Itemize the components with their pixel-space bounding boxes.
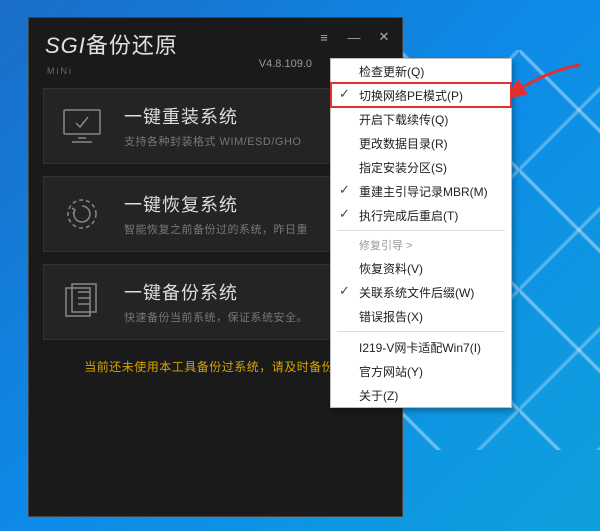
menu-item-change-dir[interactable]: 更改数据目录(R) bbox=[331, 131, 511, 155]
close-icon[interactable]: ✕ bbox=[374, 28, 394, 46]
menu-item-about[interactable]: 关于(Z) bbox=[331, 383, 511, 407]
restore-icon bbox=[56, 192, 108, 236]
menu-label: 开启下载续传(Q) bbox=[359, 111, 448, 128]
menu-item-error-report[interactable]: 错误报告(X) bbox=[331, 304, 511, 328]
menu-label: 检查更新(Q) bbox=[359, 63, 424, 80]
annotation-arrow bbox=[510, 60, 590, 110]
backup-icon bbox=[56, 280, 108, 324]
card-title: 一键重装系统 bbox=[124, 103, 301, 129]
logo-roman: SGI bbox=[45, 33, 86, 58]
version-label: V4.8.109.0 bbox=[259, 58, 312, 70]
menu-item-target-partition[interactable]: 指定安装分区(S) bbox=[331, 155, 511, 179]
card-text: 一键恢复系统 智能恢复之前备份过的系统，昨日重 bbox=[124, 191, 308, 237]
minimize-icon[interactable]: — bbox=[344, 28, 364, 46]
check-icon: ✓ bbox=[339, 283, 350, 299]
window-controls: ≡ — ✕ bbox=[314, 28, 394, 46]
menu-separator bbox=[337, 230, 505, 231]
menu-label: I219-V网卡适配Win7(I) bbox=[359, 339, 481, 356]
menu-label: 错误报告(X) bbox=[359, 308, 423, 325]
logo-chinese: 备份还原 bbox=[86, 33, 178, 58]
menu-label: 指定安装分区(S) bbox=[359, 159, 447, 176]
menu-item-check-update[interactable]: 检查更新(Q) bbox=[331, 59, 511, 83]
menu-label: 恢复资料(V) bbox=[359, 260, 423, 277]
menu-item-assoc-ext[interactable]: ✓ 关联系统文件后缀(W) bbox=[331, 280, 511, 304]
menu-item-restore-data[interactable]: 恢复资料(V) bbox=[331, 256, 511, 280]
card-text: 一键重装系统 支持各种封装格式 WIM/ESD/GHO bbox=[124, 103, 301, 149]
menu-label: 关于(Z) bbox=[359, 387, 398, 404]
card-desc: 支持各种封装格式 WIM/ESD/GHO bbox=[124, 133, 301, 149]
menu-label: 更改数据目录(R) bbox=[359, 135, 448, 152]
menu-icon[interactable]: ≡ bbox=[314, 28, 334, 46]
menu-item-restart-after[interactable]: ✓ 执行完成后重启(T) bbox=[331, 203, 511, 227]
menu-item-website[interactable]: 官方网站(Y) bbox=[331, 359, 511, 383]
mini-label: MiNi bbox=[47, 66, 73, 76]
menu-label: 关联系统文件后缀(W) bbox=[359, 284, 474, 301]
menu-item-resume-download[interactable]: 开启下载续传(Q) bbox=[331, 107, 511, 131]
menu-label: 切换网络PE模式(P) bbox=[359, 87, 463, 104]
menu-item-rebuild-mbr[interactable]: ✓ 重建主引导记录MBR(M) bbox=[331, 179, 511, 203]
context-menu: 检查更新(Q) ✓ 切换网络PE模式(P) 开启下载续传(Q) 更改数据目录(R… bbox=[330, 58, 512, 408]
check-icon: ✓ bbox=[339, 86, 350, 102]
check-icon: ✓ bbox=[339, 182, 350, 198]
menu-label: 官方网站(Y) bbox=[359, 363, 423, 380]
menu-item-i219v[interactable]: I219-V网卡适配Win7(I) bbox=[331, 335, 511, 359]
card-title: 一键恢复系统 bbox=[124, 191, 308, 217]
card-desc: 智能恢复之前备份过的系统，昨日重 bbox=[124, 221, 308, 237]
card-desc: 快速备份当前系统，保证系统安全。 bbox=[124, 309, 308, 325]
card-title: 一键备份系统 bbox=[124, 279, 308, 305]
menu-section-header: 修复引导 > bbox=[331, 234, 511, 256]
menu-label: 执行完成后重启(T) bbox=[359, 207, 458, 224]
monitor-icon bbox=[56, 104, 108, 148]
menu-separator bbox=[337, 331, 505, 332]
check-icon: ✓ bbox=[339, 206, 350, 222]
menu-label: 重建主引导记录MBR(M) bbox=[359, 183, 488, 200]
menu-item-switch-pe[interactable]: ✓ 切换网络PE模式(P) bbox=[331, 83, 511, 107]
card-text: 一键备份系统 快速备份当前系统，保证系统安全。 bbox=[124, 279, 308, 325]
